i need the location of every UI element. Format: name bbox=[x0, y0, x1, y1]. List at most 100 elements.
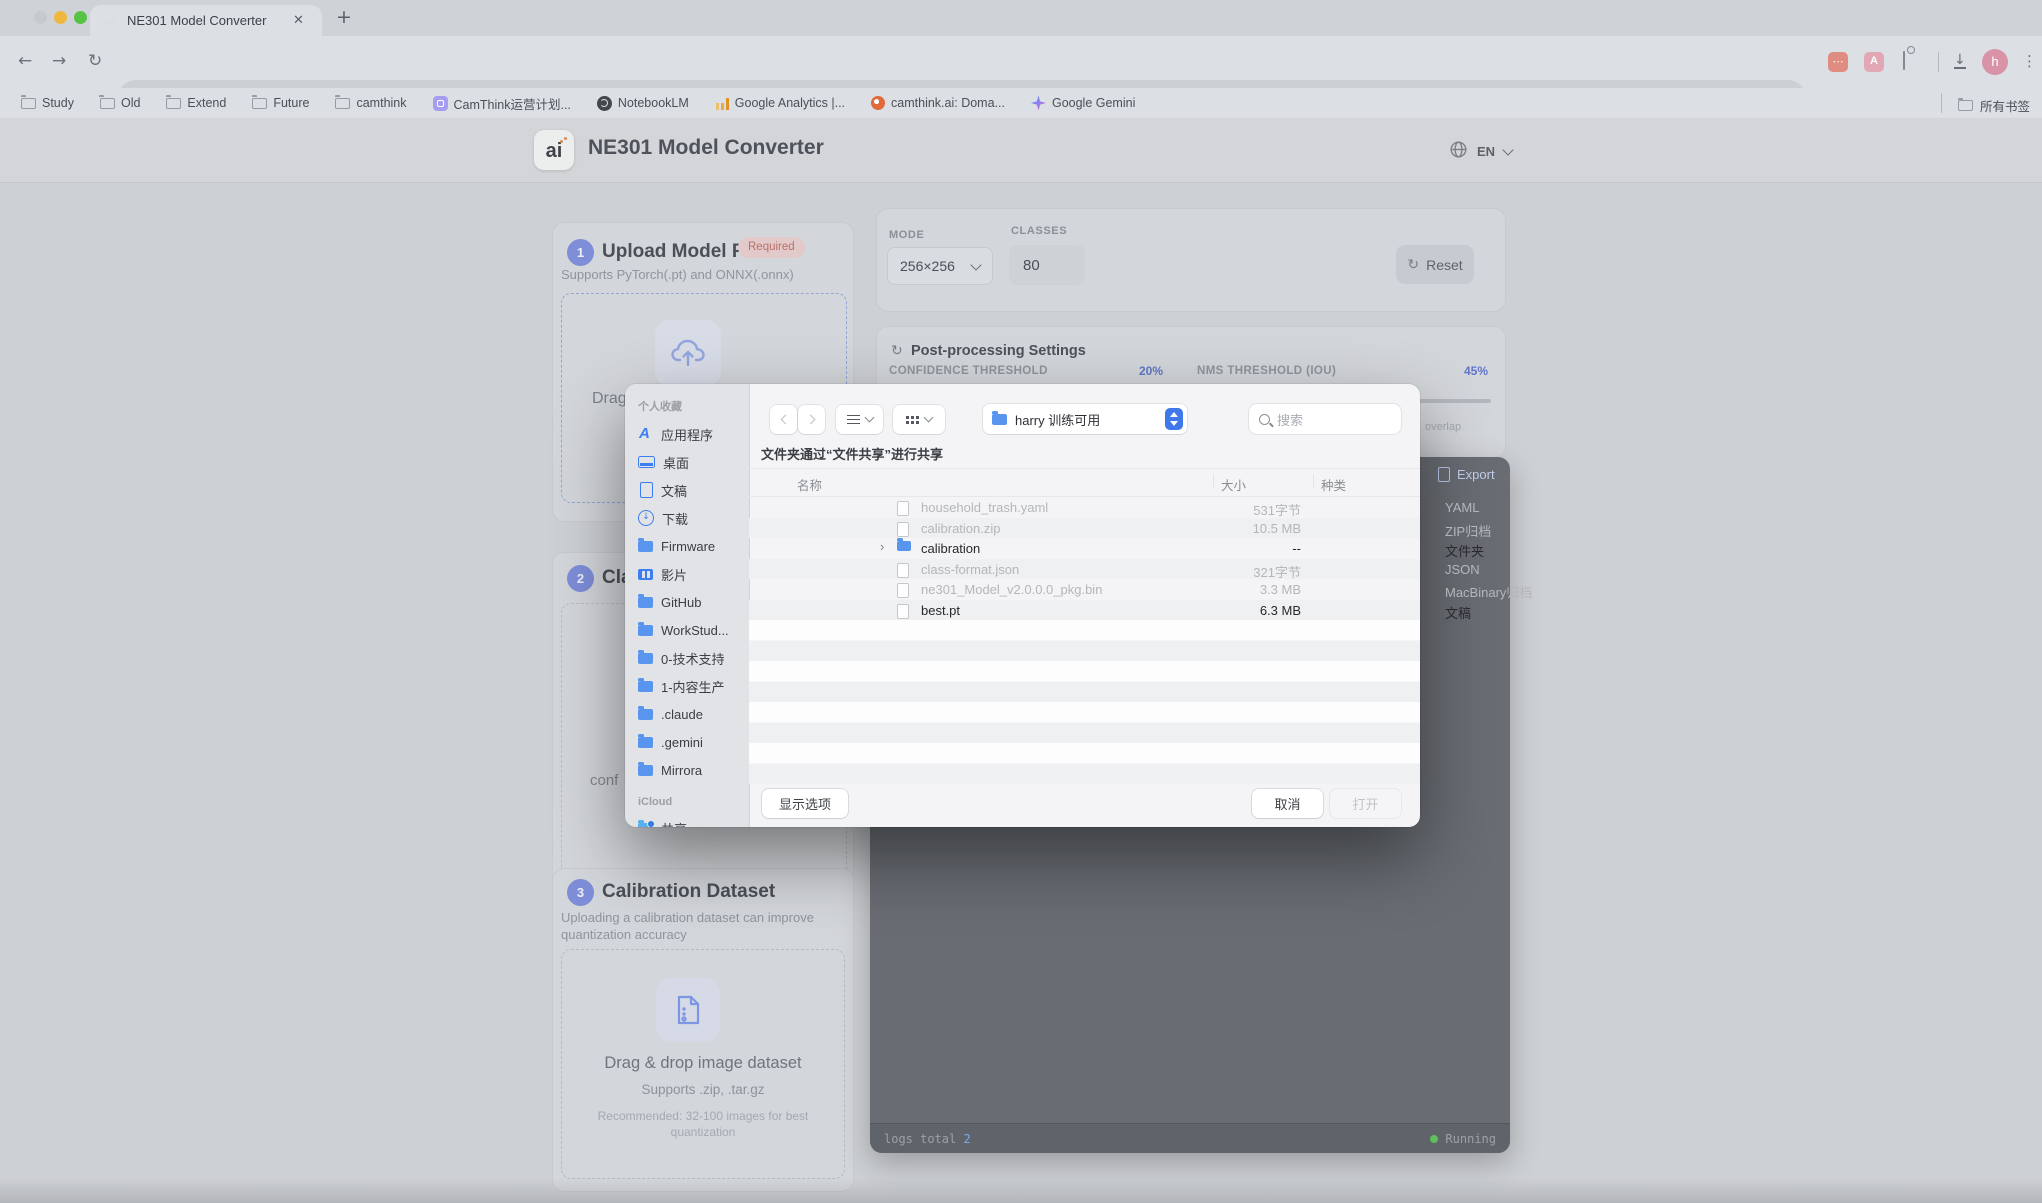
tab-close-icon[interactable]: ✕ bbox=[293, 13, 304, 28]
traffic-light-zoom[interactable] bbox=[74, 11, 87, 24]
file-kind: ZIP归档 bbox=[1445, 521, 1491, 540]
step2-number: 2 bbox=[567, 565, 594, 592]
calibration-card: 3 Calibration Dataset Uploading a calibr… bbox=[552, 868, 854, 1192]
sidebar-item[interactable]: 1-内容生产 bbox=[625, 672, 749, 700]
running-status: Running bbox=[1430, 1132, 1496, 1146]
sidebar-item[interactable]: 文稿 bbox=[625, 476, 749, 504]
file-row[interactable]: › class-format.json 321字节 JSON bbox=[749, 559, 1420, 580]
mode-label: MODE bbox=[889, 229, 924, 241]
toolbar-divider bbox=[1938, 52, 1939, 72]
bookmark-item[interactable]: NotebookLM bbox=[584, 88, 702, 118]
sidebar-item[interactable]: 桌面 bbox=[625, 448, 749, 476]
nms-label: NMS THRESHOLD (IOU) bbox=[1197, 365, 1336, 377]
bookmark-icon bbox=[715, 97, 729, 110]
file-row[interactable]: › calibration -- 文件夹 bbox=[749, 538, 1420, 559]
bookmark-item[interactable]: Extend bbox=[153, 88, 239, 118]
bookmarks-bar: Study Old Extend Future camthink bbox=[0, 88, 2042, 118]
column-kind[interactable]: 种类 bbox=[1321, 475, 1346, 494]
column-separator[interactable] bbox=[1313, 474, 1314, 488]
file-row[interactable]: › calibration.zip 10.5 MB ZIP归档 bbox=[749, 518, 1420, 539]
required-badge: Required bbox=[738, 237, 805, 258]
sidebar-item[interactable]: GitHub bbox=[625, 588, 749, 616]
bookmark-item[interactable]: camthink.ai: Doma... bbox=[858, 88, 1018, 118]
bookmark-item[interactable]: Future bbox=[239, 88, 322, 118]
screen: NE301 Model Converter ✕ + ← → ↻ i localh… bbox=[0, 0, 2042, 1203]
bookmark-item[interactable]: camthink bbox=[322, 88, 419, 118]
column-name[interactable]: 名称 bbox=[797, 475, 822, 494]
chevron-left-icon bbox=[780, 415, 790, 425]
traffic-light-minimize[interactable] bbox=[54, 11, 67, 24]
all-bookmarks-folder-icon bbox=[1958, 100, 1973, 111]
column-separator[interactable] bbox=[1213, 474, 1214, 488]
sidebar-item-icon bbox=[640, 482, 653, 498]
bookmark-item[interactable]: Old bbox=[87, 88, 153, 118]
post-refresh-icon: ↻ bbox=[891, 343, 903, 359]
new-tab-button[interactable]: + bbox=[336, 6, 352, 28]
location-stepper-icon[interactable] bbox=[1165, 408, 1183, 430]
traffic-light-close[interactable] bbox=[34, 11, 47, 24]
sidebar-item[interactable]: 共享 bbox=[625, 814, 749, 827]
extension-red-icon[interactable]: ⋯ bbox=[1828, 52, 1848, 72]
forward-button[interactable]: → bbox=[52, 51, 66, 71]
browser-tab[interactable]: NE301 Model Converter ✕ bbox=[90, 5, 322, 36]
disclosure-triangle-icon[interactable]: › bbox=[880, 539, 884, 554]
dialog-back-button[interactable] bbox=[770, 405, 797, 434]
mode-select[interactable]: 256×256 bbox=[887, 247, 993, 285]
sidebar-item[interactable]: 下载 bbox=[625, 504, 749, 532]
dialog-forward-button[interactable] bbox=[798, 405, 825, 434]
sidebar-item[interactable]: 应用程序 bbox=[625, 420, 749, 448]
location-folder-icon bbox=[992, 414, 1007, 425]
sidebar-item-icon bbox=[638, 456, 655, 468]
export-button[interactable]: Export bbox=[1438, 467, 1495, 482]
back-button[interactable]: ← bbox=[18, 51, 32, 71]
sidebar-item[interactable]: 0-技术支持 bbox=[625, 644, 749, 672]
bookmark-item[interactable]: Google Gemini bbox=[1018, 88, 1148, 118]
logs-total: logs total 2 bbox=[884, 1132, 971, 1146]
cancel-button[interactable]: 取消 bbox=[1252, 789, 1323, 818]
sidebar-item[interactable]: .claude bbox=[625, 700, 749, 728]
column-size[interactable]: 大小 bbox=[1221, 475, 1246, 494]
file-icon bbox=[897, 541, 911, 551]
browser-menu-icon[interactable]: ⋮ bbox=[2022, 52, 2037, 70]
sidebar-item-icon bbox=[638, 709, 653, 720]
profile-avatar[interactable]: h bbox=[1982, 49, 2008, 75]
bookmark-item[interactable]: Study bbox=[8, 88, 87, 118]
classes-input[interactable]: 80 bbox=[1009, 245, 1085, 285]
file-open-dialog: 个人收藏 应用程序 桌面 文稿 bbox=[625, 384, 1420, 827]
file-size: 531字节 bbox=[1253, 500, 1301, 519]
extensions-puzzle-icon[interactable] bbox=[1903, 51, 1905, 70]
open-button[interactable]: 打开 bbox=[1330, 789, 1401, 818]
list-view-button[interactable] bbox=[836, 405, 883, 434]
language-selector[interactable]: EN bbox=[1477, 144, 1495, 159]
bookmark-item[interactable]: CamThink运营计划... bbox=[420, 88, 584, 118]
file-row[interactable]: › household_trash.yaml 531字节 YAML bbox=[749, 497, 1420, 518]
reload-button[interactable]: ↻ bbox=[88, 51, 102, 71]
dataset-dropzone[interactable]: Drag & drop image dataset Supports .zip,… bbox=[561, 949, 845, 1179]
nms-description-partial: overlap bbox=[1425, 421, 1461, 433]
bookmark-item[interactable]: Google Analytics |... bbox=[702, 88, 858, 118]
sidebar-item-icon bbox=[638, 625, 653, 636]
sidebar-item[interactable]: Firmware bbox=[625, 532, 749, 560]
empty-rows bbox=[749, 620, 1420, 784]
location-dropdown[interactable]: harry 训练可用 bbox=[983, 404, 1187, 434]
translate-icon[interactable]: A bbox=[1864, 52, 1884, 72]
file-row[interactable]: › best.pt 6.3 MB 文稿 bbox=[749, 600, 1420, 621]
sidebar-item-label: GitHub bbox=[661, 595, 701, 610]
group-view-button[interactable] bbox=[893, 405, 945, 434]
downloads-icon[interactable]: ↓ bbox=[1954, 53, 1966, 69]
dialog-search-field[interactable]: 搜索 bbox=[1249, 404, 1401, 434]
step3-subtitle: Uploading a calibration dataset can impr… bbox=[561, 909, 841, 943]
tab-title: NE301 Model Converter bbox=[127, 13, 266, 28]
all-bookmarks-label[interactable]: 所有书签 bbox=[1980, 96, 2030, 115]
sidebar-item[interactable]: Mirrora bbox=[625, 756, 749, 784]
file-row[interactable]: › ne301_Model_v2.0.0.0_pkg.bin 3.3 MB Ma… bbox=[749, 579, 1420, 600]
show-options-button[interactable]: 显示选项 bbox=[762, 789, 848, 818]
sidebar-item[interactable]: 影片 bbox=[625, 560, 749, 588]
bookmark-icon bbox=[21, 98, 36, 109]
sidebar-item[interactable]: WorkStud... bbox=[625, 616, 749, 644]
config-card: MODE 256×256 CLASSES 80 ↻ Reset bbox=[876, 208, 1506, 312]
bookmark-label: Future bbox=[273, 96, 309, 110]
sidebar-item[interactable]: .gemini bbox=[625, 728, 749, 756]
dataset-drop-sub: Supports .zip, .tar.gz bbox=[562, 1082, 844, 1097]
reset-button[interactable]: ↻ Reset bbox=[1396, 245, 1474, 284]
